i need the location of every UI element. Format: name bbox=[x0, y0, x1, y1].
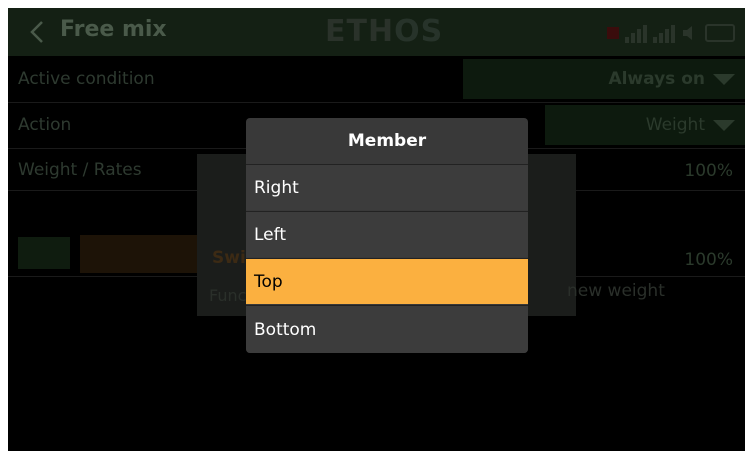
weight-value-2[interactable]: 100% bbox=[684, 250, 733, 270]
switch-indicator bbox=[18, 237, 70, 269]
battery-icon bbox=[705, 24, 735, 42]
speaker-icon bbox=[683, 26, 692, 40]
signal-bars-icon bbox=[625, 23, 647, 43]
active-condition-value: Always on bbox=[608, 69, 705, 89]
action-value: Weight bbox=[645, 115, 705, 135]
background-dialog-right-text: new weight bbox=[567, 281, 665, 301]
row-active-condition[interactable]: Active condition Always on bbox=[8, 56, 745, 103]
ethos-logo: ETHOS bbox=[325, 14, 444, 49]
back-chevron-icon[interactable] bbox=[24, 18, 52, 46]
header-bar: Free mix ETHOS bbox=[8, 8, 745, 56]
member-popup: Member Right Left Top Bottom bbox=[246, 118, 528, 353]
option-right[interactable]: Right bbox=[246, 164, 528, 210]
screen: Free mix ETHOS Active condition Always o… bbox=[8, 8, 745, 451]
option-top[interactable]: Top bbox=[246, 258, 528, 304]
action-field[interactable]: Weight bbox=[545, 105, 745, 145]
weight-rates-value[interactable]: 100% bbox=[684, 161, 733, 181]
popup-title: Member bbox=[347, 131, 427, 151]
option-left[interactable]: Left bbox=[246, 211, 528, 257]
action-label: Action bbox=[18, 115, 72, 135]
active-condition-field[interactable]: Always on bbox=[463, 59, 745, 99]
status-icons bbox=[607, 22, 735, 44]
record-indicator-icon bbox=[607, 27, 619, 39]
weight-rates-label: Weight / Rates bbox=[18, 160, 142, 180]
weight-bar bbox=[80, 235, 210, 273]
background-dialog-title: Swi bbox=[212, 248, 246, 268]
chevron-down-icon bbox=[713, 74, 735, 85]
background-dialog-text: Func bbox=[209, 286, 247, 305]
telemetry-bars-icon bbox=[653, 23, 675, 43]
option-bottom[interactable]: Bottom bbox=[246, 305, 528, 353]
active-condition-label: Active condition bbox=[18, 69, 155, 89]
page-title: Free mix bbox=[60, 17, 167, 42]
chevron-down-icon bbox=[713, 120, 735, 131]
